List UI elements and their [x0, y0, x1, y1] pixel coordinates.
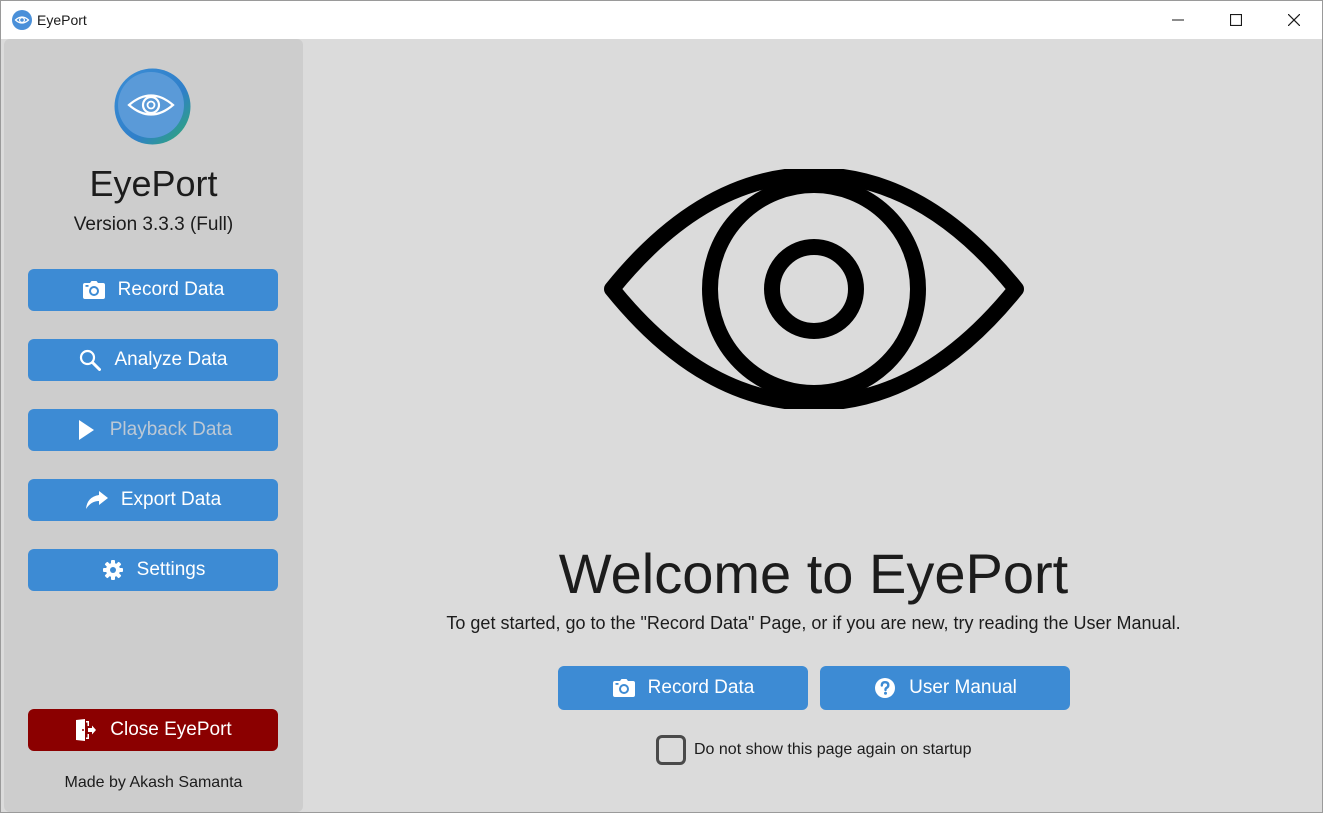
main-record-data-button[interactable]: Record Data — [558, 666, 808, 710]
settings-label: Settings — [136, 559, 206, 580]
export-data-label: Export Data — [120, 489, 222, 510]
startup-checkbox[interactable] — [656, 735, 686, 765]
help-circle-icon — [873, 676, 897, 700]
exit-door-icon — [74, 718, 98, 742]
user-manual-button[interactable]: User Manual — [820, 666, 1070, 710]
sidebar: EyePort Version 3.3.3 (Full) Record Data… — [4, 39, 303, 812]
minimize-icon — [1172, 19, 1184, 21]
close-eyeport-button[interactable]: Close EyePort — [28, 709, 278, 751]
close-icon — [1288, 14, 1300, 26]
eye-icon — [604, 169, 1024, 409]
close-window-button[interactable] — [1265, 1, 1323, 39]
version-label: Version 3.3.3 (Full) — [73, 214, 234, 235]
playback-data-button[interactable]: Playback Data — [28, 409, 278, 451]
minimize-button[interactable] — [1149, 1, 1207, 39]
gear-icon — [101, 558, 125, 582]
record-data-label: Record Data — [117, 279, 225, 300]
app-name: EyePort — [89, 163, 218, 204]
eye-logo-icon — [12, 10, 32, 30]
close-eyeport-label: Close EyePort — [110, 719, 232, 740]
credit-text: Made by Akash Samanta — [64, 774, 243, 791]
eye-logo-icon — [114, 68, 191, 145]
title-bar[interactable]: EyePort — [1, 1, 1322, 39]
search-icon — [78, 348, 102, 372]
main-record-data-label: Record Data — [647, 677, 755, 698]
export-data-button[interactable]: Export Data — [28, 479, 278, 521]
welcome-title: Welcome to EyePort — [558, 542, 1069, 605]
user-manual-label: User Manual — [909, 677, 1017, 698]
camera-icon — [612, 676, 636, 700]
analyze-data-label: Analyze Data — [114, 349, 228, 370]
maximize-button[interactable] — [1207, 1, 1265, 39]
window-title: EyePort — [37, 12, 87, 28]
app-window: EyePort EyePort Version 3.3.3 (Full) Rec… — [0, 0, 1323, 813]
share-arrow-icon — [85, 488, 109, 512]
welcome-subtitle: To get started, go to the "Record Data" … — [446, 613, 1181, 633]
startup-checkbox-label[interactable]: Do not show this page again on startup — [694, 741, 972, 759]
camera-icon — [82, 278, 106, 302]
analyze-data-button[interactable]: Analyze Data — [28, 339, 278, 381]
settings-button[interactable]: Settings — [28, 549, 278, 591]
playback-data-label: Playback Data — [109, 419, 233, 440]
play-icon — [74, 418, 98, 442]
record-data-button[interactable]: Record Data — [28, 269, 278, 311]
maximize-icon — [1230, 14, 1242, 26]
